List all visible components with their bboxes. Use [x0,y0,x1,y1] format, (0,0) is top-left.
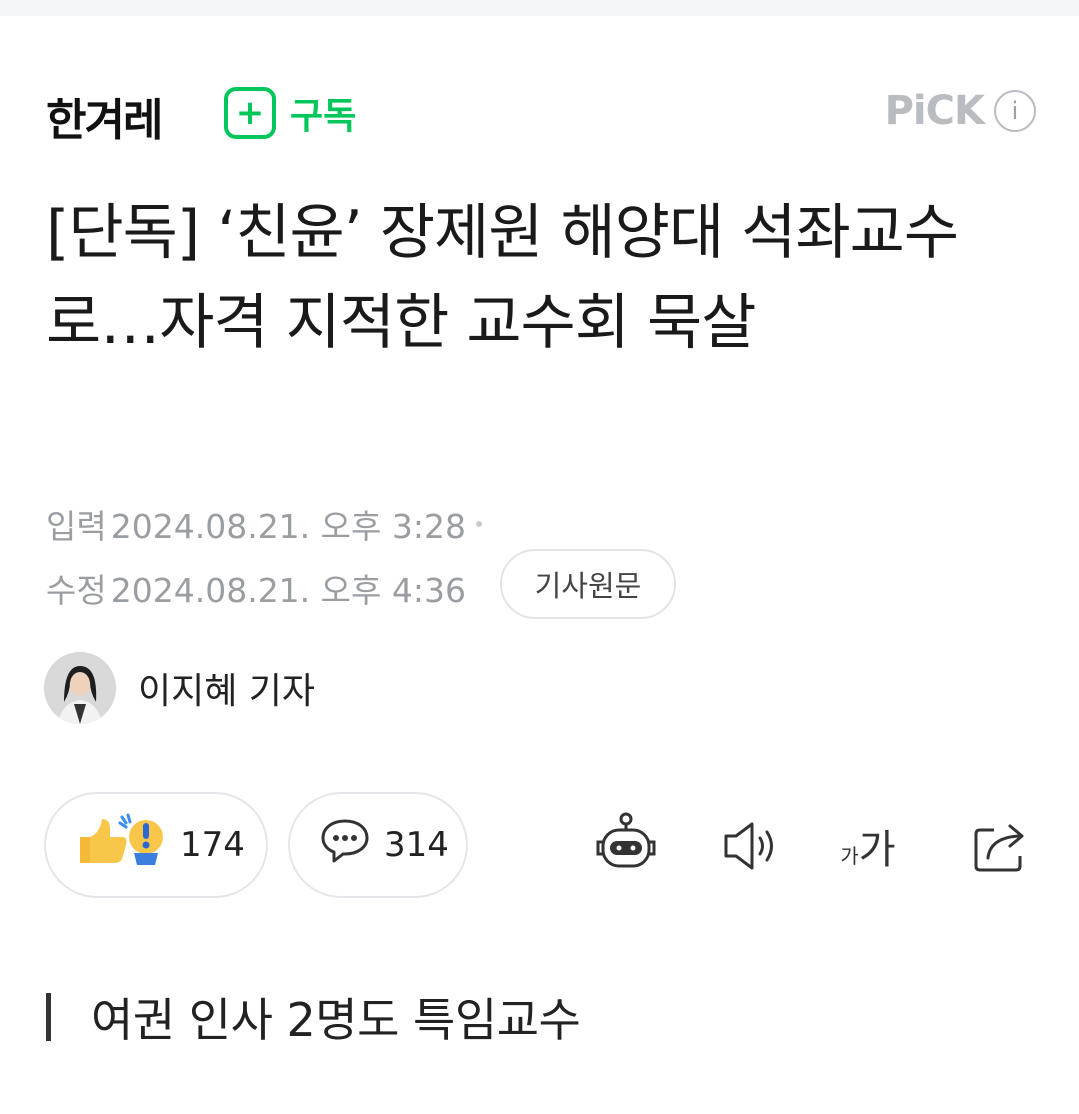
like-count: 174 [180,825,245,865]
font-size-large-label: 가 [858,827,896,873]
pick-label: PiCK [884,88,985,134]
modified-label: 수정 [46,571,107,610]
top-status-band [0,0,1079,16]
font-size-small-label: 가 [840,843,859,868]
modified-value: 2024.08.21. 오후 4:36 [110,571,466,610]
speaker-icon[interactable] [712,808,788,884]
reaction-button[interactable]: 174 [44,792,268,898]
article-headline: [단독] ‘친윤’ 장제원 해양대 석좌교수로…자격 지적한 교수회 묵살 [46,198,959,358]
reporter-name[interactable]: 이지혜 기자 [138,662,315,714]
reporter-info[interactable]: 이지혜 기자 [44,652,315,724]
pick-badge[interactable]: PiCK i [885,88,1036,134]
share-icon[interactable] [962,808,1038,884]
press-logo[interactable]: 한겨레 [46,84,163,148]
subscribe-button[interactable]: + 구독 [224,87,356,139]
published-value: 2024.08.21. 오후 3:28 [110,507,466,546]
comment-count: 314 [384,825,449,865]
comment-button[interactable]: 314 [288,792,468,898]
modified-date: 수정 2024.08.21. 오후 4:36 [46,564,466,612]
article-subheading: 여권 인사 2명도 특임교수 [46,984,581,1050]
separator-dot [475,521,482,527]
robot-summary-icon[interactable] [588,808,664,884]
thumbs-up-emoji-icon [76,813,166,878]
original-article-button[interactable]: 기사원문 [500,549,676,619]
subheading-text: 여권 인사 2명도 특임교수 [91,993,581,1047]
published-date: 입력 2024.08.21. 오후 3:28 [46,500,482,548]
plus-icon: + [224,87,276,139]
subheading-bar [46,993,51,1041]
info-icon[interactable]: i [994,90,1036,132]
font-size-icon[interactable]: 가가 [830,808,906,884]
comment-bubble-icon [320,817,370,874]
press-header: 한겨레 + 구독 PiCK i [46,82,1036,148]
subscribe-label: 구독 [290,96,357,137]
published-label: 입력 [46,507,107,546]
reporter-avatar[interactable] [44,652,116,724]
